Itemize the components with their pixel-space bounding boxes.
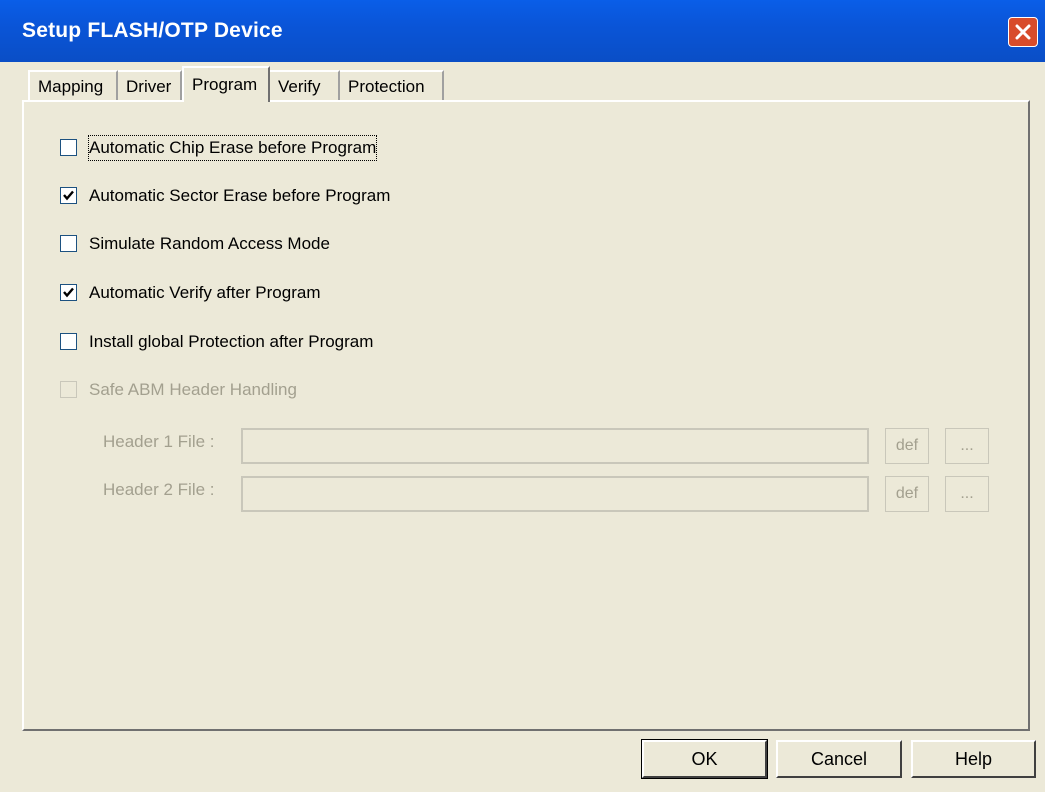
checkbox[interactable] [60, 284, 77, 301]
tab-label: Driver [126, 77, 172, 96]
window-title: Setup FLASH/OTP Device [22, 19, 283, 42]
header-1-def-button[interactable]: def [885, 428, 929, 464]
close-icon [1015, 24, 1031, 40]
header-1-browse-button[interactable]: ... [945, 428, 989, 464]
tab-verify[interactable]: Verify [270, 70, 340, 100]
checkbox[interactable] [60, 187, 77, 204]
ok-button[interactable]: OK [641, 739, 768, 779]
tab-driver[interactable]: Driver [118, 70, 182, 100]
checkmark-icon [63, 190, 74, 201]
checkbox-label: Automatic Sector Erase before Program [89, 186, 391, 205]
checkbox-label: Automatic Verify after Program [89, 283, 321, 302]
checkbox[interactable] [60, 381, 77, 398]
tab-label: Verify [278, 77, 321, 96]
checkbox-label: Safe ABM Header Handling [89, 380, 297, 399]
tab-program[interactable]: Program [182, 66, 270, 102]
header-2-browse-button[interactable]: ... [945, 476, 989, 512]
tab-label: Protection [348, 77, 425, 96]
tab-protection[interactable]: Protection [340, 70, 444, 100]
setup-flash-otp-dialog: Setup FLASH/OTP Device Mapping Driver Pr… [0, 0, 1045, 792]
checkbox[interactable] [60, 235, 77, 252]
header-2-file-label: Header 2 File : [103, 480, 215, 499]
checkmark-icon [63, 287, 74, 298]
checkbox-label: Simulate Random Access Mode [89, 234, 330, 253]
checkbox-label: Automatic Chip Erase before Program [87, 135, 378, 161]
tab-mapping[interactable]: Mapping [28, 70, 118, 100]
cancel-button[interactable]: Cancel [776, 740, 902, 778]
header-2-def-button[interactable]: def [885, 476, 929, 512]
tab-label: Program [192, 75, 258, 94]
title-bar[interactable]: Setup FLASH/OTP Device [0, 0, 1045, 62]
checkbox[interactable] [60, 139, 77, 156]
header-1-file-label: Header 1 File : [103, 432, 215, 451]
close-button[interactable] [1008, 17, 1038, 47]
help-button[interactable]: Help [911, 740, 1036, 778]
tab-label: Mapping [38, 77, 104, 96]
checkbox-label: Install global Protection after Program [89, 332, 374, 351]
checkbox[interactable] [60, 333, 77, 350]
header-2-file-input[interactable] [241, 476, 869, 512]
header-1-file-input[interactable] [241, 428, 869, 464]
